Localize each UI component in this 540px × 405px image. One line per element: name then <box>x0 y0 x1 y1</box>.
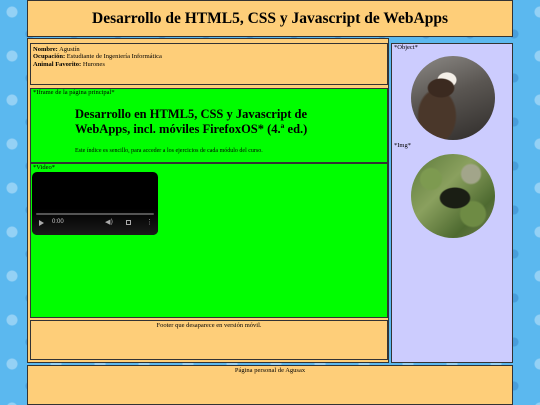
iframe-title: Desarrollo en HTML5, CSS y Javascript de… <box>75 107 308 136</box>
name-line: Nombre: Agustín <box>33 46 385 53</box>
occupation-value: Estudiante de Ingeniería Informática <box>66 53 162 61</box>
grass-image <box>411 154 495 238</box>
object-label: *Object* <box>394 44 418 51</box>
img-label: *Img* <box>394 142 411 149</box>
volume-icon[interactable]: ◀) <box>105 218 113 226</box>
personal-info: Nombre: Agustín Ocupación: Estudiante de… <box>30 43 388 85</box>
page-footer: Página personal de Agusax <box>27 365 513 405</box>
video-section: *Video* 0:00 ◀) ⋮ <box>30 163 388 318</box>
animal-line: Animal Favorito: Hurones <box>33 61 385 68</box>
video-label: *Video* <box>33 164 55 171</box>
iframe-subtitle: Este índice es sencillo, para acceder a … <box>75 148 263 154</box>
ferret-image <box>411 56 495 140</box>
fullscreen-icon[interactable] <box>126 220 131 225</box>
animal-value: Hurones <box>82 60 105 68</box>
menu-icon[interactable]: ⋮ <box>146 218 153 226</box>
footer-section: Footer que desaparece en versión móvil. <box>30 320 388 360</box>
occupation-line: Ocupación: Estudiante de Ingeniería Info… <box>33 53 385 60</box>
animal-label: Animal Favorito: <box>33 60 82 68</box>
page-footer-text: Página personal de Agusax <box>234 367 306 374</box>
video-player[interactable]: 0:00 ◀) ⋮ <box>32 172 158 235</box>
main-iframe[interactable]: *Iframe de la página principal* Desarrol… <box>30 88 388 163</box>
footer-text: Footer que desaparece en versión móvil. <box>156 322 262 329</box>
play-icon[interactable] <box>39 220 44 226</box>
occupation-label: Ocupación: <box>33 53 66 61</box>
name-value: Agustín <box>59 46 80 53</box>
page-header: Desarrollo de HTML5, CSS y Javascript de… <box>27 0 513 37</box>
video-progress-bar[interactable] <box>36 213 154 215</box>
video-controls: 0:00 ◀) ⋮ <box>32 209 158 235</box>
video-time: 0:00 <box>52 219 64 225</box>
sidebar: *Object* *Img* <box>391 43 513 363</box>
iframe-label: *Iframe de la página principal* <box>33 89 115 96</box>
name-label: Nombre: <box>33 46 58 53</box>
page-title: Desarrollo de HTML5, CSS y Javascript de… <box>92 9 448 27</box>
